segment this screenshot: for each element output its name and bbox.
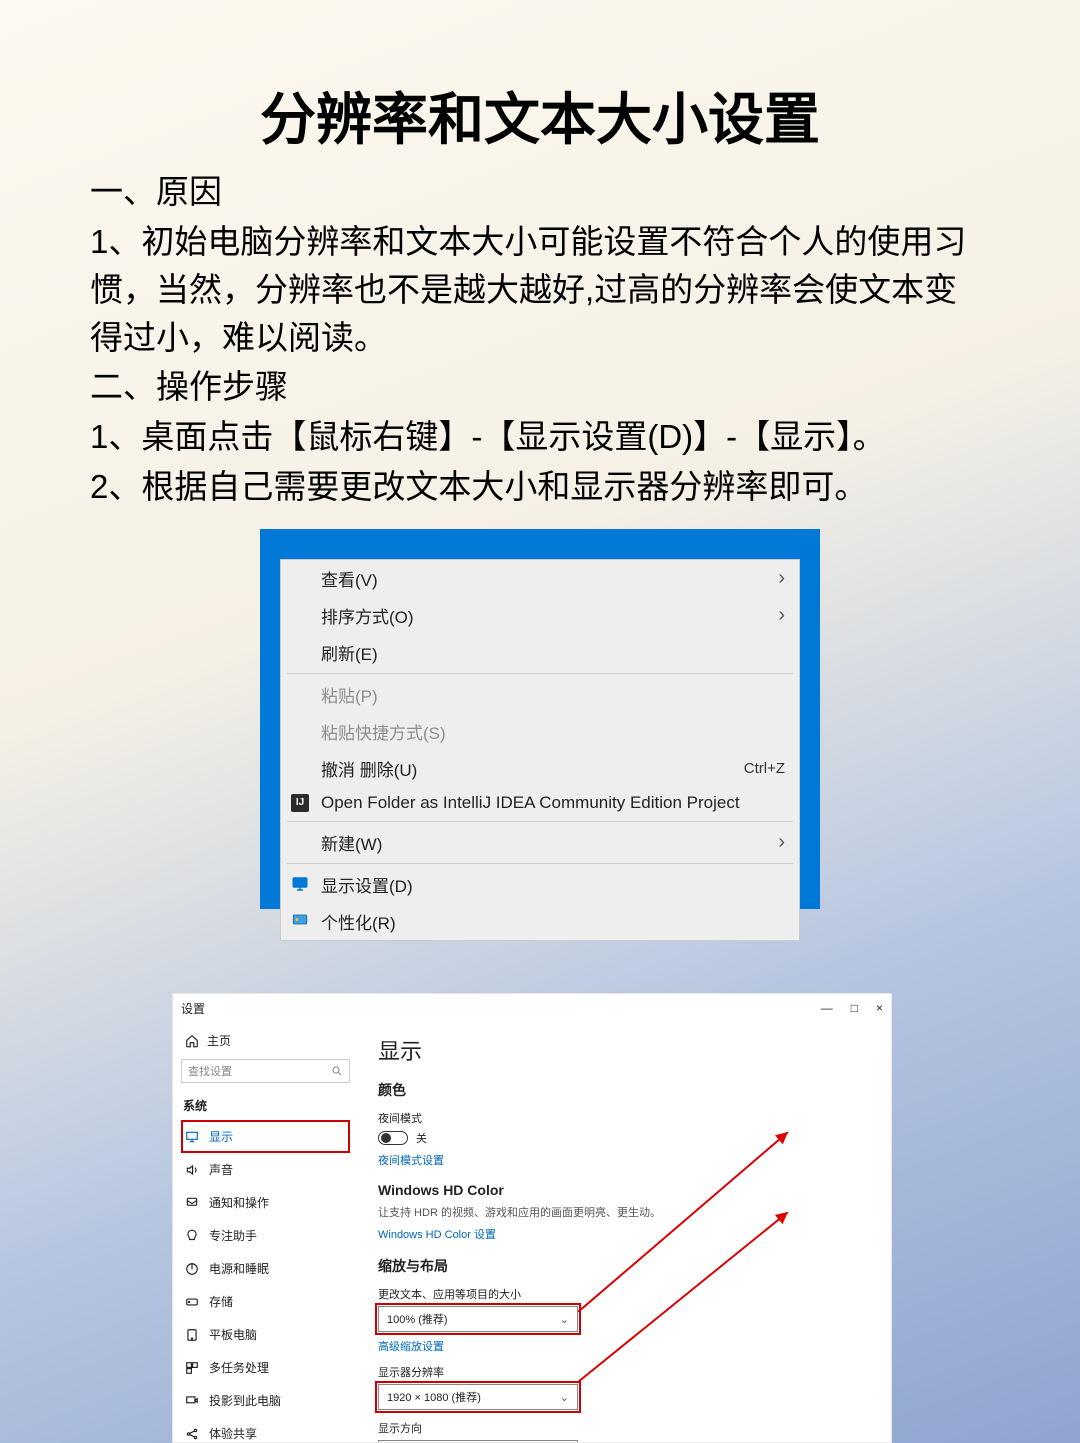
- sidebar-item-display[interactable]: 显示: [181, 1120, 350, 1153]
- hd-desc: 让支持 HDR 的视频、游戏和应用的画面更明亮、更生动。: [378, 1204, 871, 1220]
- menu-separator: [287, 863, 793, 864]
- document-title: 分辨率和文本大小设置: [0, 0, 1080, 156]
- menu-item-sort[interactable]: 排序方式(O): [281, 597, 799, 634]
- window-minimize-button[interactable]: —: [821, 1001, 833, 1015]
- menu-item-display-settings[interactable]: 显示设置(D): [281, 866, 799, 903]
- scale-label: 更改文本、应用等项目的大小: [378, 1286, 871, 1302]
- notification-icon: [185, 1196, 199, 1210]
- sidebar-item-tablet[interactable]: 平板电脑: [181, 1318, 350, 1351]
- window-titlebar: 设置 — □ ×: [173, 994, 891, 1022]
- night-mode-label: 夜间模式: [378, 1110, 871, 1126]
- document-body: 一、原因 1、初始电脑分辨率和文本大小可能设置不符合个人的使用习惯，当然，分辨率…: [0, 156, 1080, 511]
- settings-sidebar: 主页 查找设置 系统 显示 声音 通知和操作 专注助手: [173, 1022, 358, 1442]
- scale-dropdown[interactable]: 100% (推荐): [378, 1306, 578, 1332]
- sidebar-item-notifications[interactable]: 通知和操作: [181, 1186, 350, 1219]
- menu-separator: [287, 673, 793, 674]
- storage-icon: [185, 1295, 199, 1309]
- sidebar-item-focus[interactable]: 专注助手: [181, 1219, 350, 1252]
- desktop-context-menu-screenshot: 查看(V) 排序方式(O) 刷新(E) 粘贴(P) 粘贴快捷方式(S) 撤消 删…: [260, 529, 820, 909]
- window-maximize-button[interactable]: □: [851, 1001, 858, 1015]
- window-title: 设置: [181, 1000, 205, 1017]
- context-menu: 查看(V) 排序方式(O) 刷新(E) 粘贴(P) 粘贴快捷方式(S) 撤消 删…: [280, 559, 800, 941]
- menu-separator: [287, 821, 793, 822]
- arrow-annotation: [578, 1132, 808, 1312]
- power-icon: [185, 1262, 199, 1276]
- orientation-dropdown[interactable]: 横向: [378, 1440, 578, 1442]
- menu-item-personalize[interactable]: 个性化(R): [281, 903, 799, 940]
- display-icon: [185, 1130, 199, 1144]
- section-2-heading: 二、操作步骤: [90, 363, 990, 411]
- toggle-off-icon: [378, 1131, 408, 1145]
- settings-window-screenshot: 设置 — □ × 主页 查找设置 系统 显示 声音: [172, 993, 892, 1443]
- menu-item-undo[interactable]: 撤消 删除(U) Ctrl+Z: [281, 750, 799, 787]
- hd-link[interactable]: Windows HD Color 设置: [378, 1226, 496, 1242]
- sidebar-item-project[interactable]: 投影到此电脑: [181, 1384, 350, 1417]
- resolution-dropdown[interactable]: 1920 × 1080 (推荐): [378, 1384, 578, 1410]
- sidebar-home[interactable]: 主页: [181, 1028, 350, 1059]
- night-mode-link[interactable]: 夜间模式设置: [378, 1152, 444, 1168]
- share-icon: [185, 1427, 199, 1441]
- search-icon: [331, 1065, 343, 1077]
- personalize-icon: [291, 912, 309, 930]
- section-1-heading: 一、原因: [90, 168, 990, 216]
- menu-item-view[interactable]: 查看(V): [281, 560, 799, 597]
- advanced-scale-link[interactable]: 高级缩放设置: [378, 1338, 444, 1354]
- paragraph-reason: 1、初始电脑分辨率和文本大小可能设置不符合个人的使用习惯，当然，分辨率也不是越大…: [90, 218, 990, 362]
- settings-main: 显示 颜色 夜间模式 关 夜间模式设置 Windows HD Color 让支持…: [358, 1022, 891, 1442]
- page-title: 显示: [378, 1034, 871, 1066]
- paragraph-step-1: 1、桌面点击【鼠标右键】-【显示设置(D)】-【显示】。: [90, 413, 990, 461]
- project-icon: [185, 1394, 199, 1408]
- sidebar-item-storage[interactable]: 存储: [181, 1285, 350, 1318]
- intellij-icon: IJ: [291, 794, 309, 812]
- home-icon: [185, 1034, 199, 1048]
- resolution-label: 显示器分辨率: [378, 1364, 871, 1380]
- menu-item-paste-shortcut: 粘贴快捷方式(S): [281, 713, 799, 750]
- orientation-label: 显示方向: [378, 1420, 871, 1436]
- shortcut-label: Ctrl+Z: [744, 760, 785, 777]
- menu-item-new[interactable]: 新建(W): [281, 824, 799, 861]
- menu-item-paste: 粘贴(P): [281, 676, 799, 713]
- section-color: 颜色: [378, 1080, 871, 1100]
- monitor-icon: [291, 875, 309, 893]
- window-close-button[interactable]: ×: [876, 1001, 883, 1015]
- sidebar-item-sound[interactable]: 声音: [181, 1153, 350, 1186]
- tablet-icon: [185, 1328, 199, 1342]
- paragraph-step-2: 2、根据自己需要更改文本大小和显示器分辨率即可。: [90, 463, 990, 511]
- menu-item-refresh[interactable]: 刷新(E): [281, 634, 799, 671]
- section-hd: Windows HD Color: [378, 1182, 871, 1198]
- focus-icon: [185, 1229, 199, 1243]
- sound-icon: [185, 1163, 199, 1177]
- sidebar-item-power[interactable]: 电源和睡眠: [181, 1252, 350, 1285]
- section-scale: 缩放与布局: [378, 1256, 871, 1276]
- sidebar-item-share[interactable]: 体验共享: [181, 1417, 350, 1442]
- sidebar-section: 系统: [181, 1093, 350, 1120]
- search-input[interactable]: 查找设置: [181, 1059, 350, 1083]
- multitask-icon: [185, 1361, 199, 1375]
- menu-item-intellij[interactable]: IJ Open Folder as IntelliJ IDEA Communit…: [281, 787, 799, 819]
- sidebar-item-multitask[interactable]: 多任务处理: [181, 1351, 350, 1384]
- night-mode-toggle[interactable]: 关: [378, 1130, 871, 1146]
